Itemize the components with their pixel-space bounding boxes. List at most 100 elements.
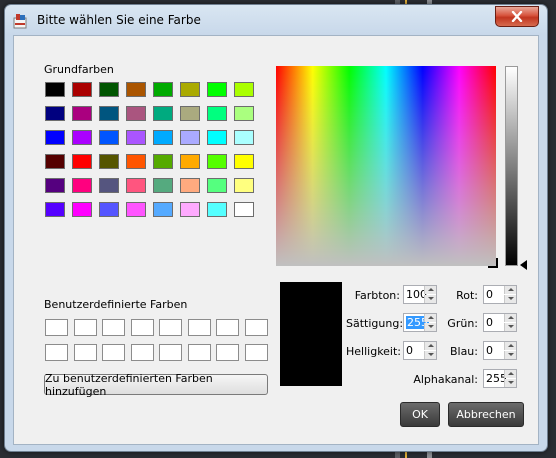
spin-down-icon[interactable] [504,351,516,359]
luminance-arrow-icon[interactable] [520,260,527,270]
basic-color-swatch[interactable] [207,202,227,217]
basic-color-swatch[interactable] [180,82,200,97]
basic-color-swatch[interactable] [234,154,254,169]
basic-color-swatch[interactable] [180,130,200,145]
rot-spinbox[interactable]: 0 [483,285,517,304]
basic-color-swatch[interactable] [72,130,92,145]
basic-color-swatch[interactable] [99,106,119,121]
basic-color-swatch[interactable] [153,154,173,169]
custom-color-swatch[interactable] [73,344,97,361]
custom-color-swatch[interactable] [244,344,268,361]
spin-up-icon[interactable] [424,314,436,322]
basic-color-swatch[interactable] [126,106,146,121]
basic-color-swatch[interactable] [45,154,65,169]
blau-spinbox[interactable]: 0 [483,341,517,360]
helligkeit-value[interactable]: 0 [406,344,413,357]
basic-color-swatch[interactable] [180,202,200,217]
basic-color-swatch[interactable] [153,106,173,121]
gruen-spinbox[interactable]: 0 [483,313,517,332]
basic-color-swatch[interactable] [45,202,65,217]
spin-down-icon[interactable] [424,295,436,303]
basic-color-swatch[interactable] [234,202,254,217]
basic-color-swatch[interactable] [72,178,92,193]
basic-color-swatch[interactable] [207,82,227,97]
basic-color-swatch[interactable] [234,130,254,145]
basic-color-swatch[interactable] [207,178,227,193]
spin-down-icon[interactable] [504,379,516,387]
basic-color-swatch[interactable] [153,178,173,193]
basic-color-swatch[interactable] [99,130,119,145]
basic-color-swatch[interactable] [207,130,227,145]
helligkeit-spinbox[interactable]: 0 [403,341,437,360]
spin-up-icon[interactable] [504,370,516,378]
add-custom-color-button[interactable]: Zu benutzerdefinierten Farben hinzufügen [44,372,268,398]
basic-color-swatch[interactable] [45,130,65,145]
gruen-value[interactable]: 0 [486,316,493,329]
basic-color-swatch[interactable] [180,154,200,169]
title-bar[interactable]: Bitte wählen Sie eine Farbe [5,5,547,35]
custom-color-swatch[interactable] [159,319,182,336]
spin-up-icon[interactable] [504,314,516,322]
custom-color-swatch[interactable] [187,344,211,361]
basic-color-swatch[interactable] [72,202,92,217]
basic-color-swatch[interactable] [153,202,173,217]
farbton-spinbox[interactable]: 100 [403,285,437,304]
custom-color-swatch[interactable] [244,319,268,336]
luminance-slider[interactable] [505,66,518,266]
custom-color-swatch[interactable] [216,319,239,336]
spin-up-icon[interactable] [504,342,516,350]
alphakanal-spinbox[interactable]: 255 [483,369,517,388]
basic-color-swatch[interactable] [126,130,146,145]
basic-color-swatch[interactable] [72,106,92,121]
blau-value[interactable]: 0 [486,344,493,357]
hue-saturation-picker[interactable] [276,66,496,266]
basic-color-swatch[interactable] [126,178,146,193]
spin-down-icon[interactable] [424,323,436,331]
basic-color-swatch[interactable] [207,106,227,121]
basic-color-swatch[interactable] [180,178,200,193]
basic-color-swatch[interactable] [99,178,119,193]
spin-up-icon[interactable] [504,286,516,294]
custom-color-swatch[interactable] [187,319,211,336]
farbton-label: Farbton: [354,289,400,302]
ok-button[interactable]: OK [400,402,440,427]
spin-down-icon[interactable] [504,295,516,303]
basic-color-swatch[interactable] [99,82,119,97]
close-button[interactable] [495,6,539,27]
basic-color-swatch[interactable] [99,202,119,217]
spin-up-icon[interactable] [424,286,436,294]
spin-down-icon[interactable] [424,351,436,359]
basic-color-swatch[interactable] [45,82,65,97]
custom-color-swatch[interactable] [45,344,68,361]
basic-color-swatch[interactable] [153,82,173,97]
spin-up-icon[interactable] [424,342,436,350]
basic-color-swatch[interactable] [207,154,227,169]
paint-app-icon [13,14,27,29]
basic-color-swatch[interactable] [45,106,65,121]
custom-color-swatch[interactable] [130,344,154,361]
custom-color-swatch[interactable] [102,319,125,336]
custom-color-swatch[interactable] [216,344,239,361]
custom-color-swatch[interactable] [73,319,97,336]
custom-color-swatch[interactable] [45,319,68,336]
basic-color-swatch[interactable] [234,178,254,193]
basic-color-swatch[interactable] [234,82,254,97]
basic-color-swatch[interactable] [153,130,173,145]
rot-value[interactable]: 0 [486,288,493,301]
cancel-button[interactable]: Abbrechen [448,402,524,427]
custom-color-swatch[interactable] [102,344,125,361]
basic-color-swatch[interactable] [180,106,200,121]
custom-colors-label: Benutzerdefinierte Farben [44,298,188,311]
basic-color-swatch[interactable] [234,106,254,121]
spin-down-icon[interactable] [504,323,516,331]
basic-color-swatch[interactable] [99,154,119,169]
custom-color-swatch[interactable] [130,319,154,336]
saettigung-spinbox[interactable]: 255 [403,313,437,332]
basic-color-swatch[interactable] [126,202,146,217]
custom-color-swatch[interactable] [159,344,182,361]
basic-color-swatch[interactable] [126,82,146,97]
basic-color-swatch[interactable] [72,154,92,169]
basic-color-swatch[interactable] [72,82,92,97]
basic-color-swatch[interactable] [45,178,65,193]
basic-color-swatch[interactable] [126,154,146,169]
